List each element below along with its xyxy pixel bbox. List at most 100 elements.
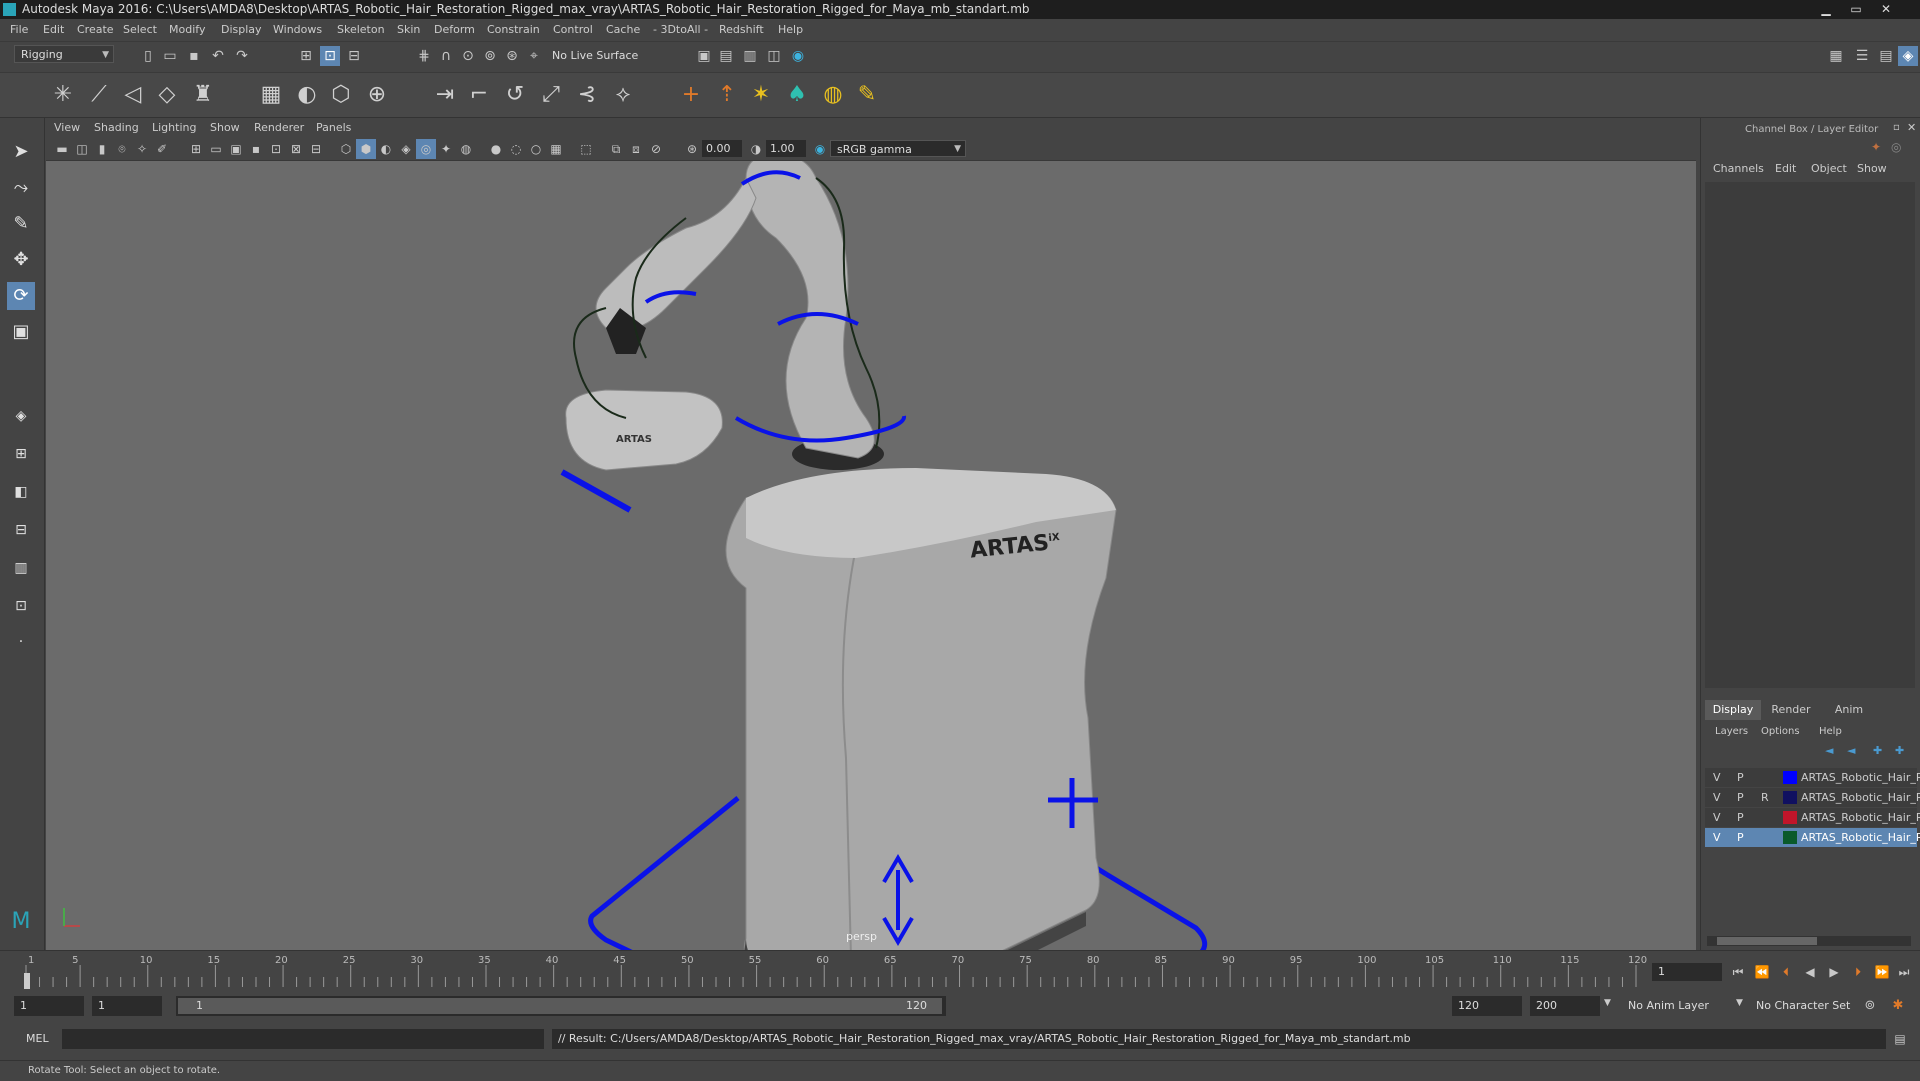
menu-constrain[interactable]: Constrain (487, 23, 540, 36)
menu-cache[interactable]: Cache (606, 23, 640, 36)
layout-single-icon[interactable]: ◈ (7, 402, 35, 430)
snap-live-icon[interactable]: ⌖ (524, 46, 544, 66)
chevron-down-icon[interactable]: ▼ (1604, 998, 1611, 1008)
grease-pencil-icon[interactable]: ✐ (152, 139, 172, 159)
point-constraint-icon[interactable]: ⌐ (464, 80, 494, 110)
le-menu-options[interactable]: Options (1761, 726, 1800, 737)
menu-edit[interactable]: Edit (43, 23, 64, 36)
menu-control[interactable]: Control (553, 23, 593, 36)
paint-select-tool-icon[interactable]: ✎ (7, 210, 35, 238)
layer-scrollbar-thumb[interactable] (1717, 937, 1817, 945)
move-pivot-icon[interactable]: + (676, 80, 706, 110)
attribute-editor-icon[interactable]: ☰ (1852, 46, 1872, 66)
film-gate-icon[interactable]: ▭ (206, 139, 226, 159)
close-panel-icon[interactable]: ✕ (1907, 121, 1916, 134)
menu-windows[interactable]: Windows (273, 23, 322, 36)
layout-four-icon[interactable]: ⊞ (7, 440, 35, 468)
menu-redshift[interactable]: Redshift (719, 23, 764, 36)
safe-action-icon[interactable]: ⊠ (286, 139, 306, 159)
layer-scrollbar[interactable] (1707, 936, 1911, 946)
layout-more-icon[interactable]: · (7, 628, 35, 656)
chevron-down-icon[interactable]: ▼ (1736, 998, 1743, 1008)
snap-surface-icon[interactable]: ⊛ (502, 46, 522, 66)
isolate-select-icon[interactable]: ▦ (546, 139, 566, 159)
viewport-persp[interactable]: ARTAS ARTASiX persp (46, 118, 1696, 950)
menu-3dtoall[interactable]: - 3DtoAll - (653, 23, 708, 36)
layer-color-swatch[interactable] (1783, 771, 1797, 784)
tab-display[interactable]: Display (1705, 700, 1761, 720)
wireframe-on-shaded-icon[interactable]: ◐ (376, 139, 396, 159)
aim-constraint-icon[interactable]: ⊰ (572, 80, 602, 110)
step-back-frame-icon[interactable]: ⏴ (1776, 962, 1796, 982)
menu-skin[interactable]: Skin (397, 23, 420, 36)
select-component-icon[interactable]: ⊟ (344, 46, 364, 66)
layer-reference-toggle[interactable]: R (1761, 791, 1769, 804)
vp-menu-panels[interactable]: Panels (316, 121, 351, 134)
textured-icon[interactable]: ◈ (396, 139, 416, 159)
menu-modify[interactable]: Modify (169, 23, 205, 36)
rig-tool-icon[interactable]: ♠ (782, 80, 812, 110)
channel-options-icon[interactable]: ◎ (1891, 140, 1901, 154)
select-object-icon[interactable]: ⊡ (320, 46, 340, 66)
play-forwards-icon[interactable]: ▶ (1824, 962, 1844, 982)
vp-menu-renderer[interactable]: Renderer (254, 121, 304, 134)
scale-constraint-icon[interactable]: ⤢ (536, 80, 566, 110)
move-layer-down-icon[interactable]: ◄ (1847, 744, 1855, 757)
menu-display[interactable]: Display (221, 23, 262, 36)
step-back-key-icon[interactable]: ⏪ (1752, 962, 1772, 982)
select-hierarchy-icon[interactable]: ⊞ (296, 46, 316, 66)
le-menu-layers[interactable]: Layers (1715, 726, 1748, 737)
layer-name[interactable]: ARTAS_Robotic_Hair_R (1801, 811, 1920, 824)
close-button[interactable]: ✕ (1874, 1, 1898, 17)
multisample-aa-icon[interactable]: ◌ (506, 139, 526, 159)
color-management-icon[interactable]: ◉ (810, 139, 830, 159)
menu-select[interactable]: Select (123, 23, 157, 36)
lattice-icon[interactable]: ⬡ (326, 80, 356, 110)
pole-vector-icon[interactable]: ⟡ (608, 80, 638, 110)
open-scene-icon[interactable]: ▭ (160, 46, 180, 66)
cb-menu-channels[interactable]: Channels (1713, 162, 1764, 175)
menu-skeleton[interactable]: Skeleton (337, 23, 385, 36)
xray-icon[interactable]: ⬚ (576, 139, 596, 159)
snap-grid-icon[interactable]: ⋕ (414, 46, 434, 66)
tab-render[interactable]: Render (1763, 700, 1819, 720)
colorspace-dropdown[interactable]: sRGB gamma ▼ (830, 140, 966, 157)
xray-joints-icon[interactable]: ⧉ (606, 139, 626, 159)
set-key-icon[interactable]: ⇡ (712, 80, 742, 110)
pin-icon[interactable]: ✦ (1871, 140, 1881, 154)
vp-menu-show[interactable]: Show (210, 121, 240, 134)
layer-visibility-toggle[interactable]: V (1713, 811, 1721, 824)
ipr-render-icon[interactable]: ▥ (740, 46, 760, 66)
le-menu-help[interactable]: Help (1819, 726, 1842, 737)
camera-select-icon[interactable]: ▬ (52, 139, 72, 159)
layout-graph-icon[interactable]: ⊡ (7, 592, 35, 620)
gamma-field[interactable]: 1.00 (766, 140, 806, 157)
image-plane-icon[interactable]: ⌾ (112, 139, 132, 159)
cb-menu-object[interactable]: Object (1811, 162, 1847, 175)
joint-tool-icon[interactable]: ⟋ (84, 80, 114, 110)
menu-deform[interactable]: Deform (434, 23, 475, 36)
resolution-gate-icon[interactable]: ▣ (226, 139, 246, 159)
layer-color-swatch[interactable] (1783, 811, 1797, 824)
xray-components-icon[interactable]: ⧈ (626, 139, 646, 159)
script-language-toggle[interactable]: MEL (26, 1032, 49, 1045)
layout-stacked-icon[interactable]: ⊟ (7, 516, 35, 544)
redo-icon[interactable]: ↷ (232, 46, 252, 66)
menu-create[interactable]: Create (77, 23, 114, 36)
layer-row[interactable]: V P R ARTAS_Robotic_Hair_R (1705, 788, 1920, 807)
step-forward-frame-icon[interactable]: ⏵ (1848, 962, 1868, 982)
ik-spline-icon[interactable]: ◇ (152, 80, 182, 110)
end-time-field[interactable]: 200 (1530, 996, 1600, 1016)
grid-icon[interactable]: ⊞ (186, 139, 206, 159)
ik-handle-icon[interactable]: ◁ (118, 80, 148, 110)
new-layer-selected-icon[interactable]: ✚ (1895, 744, 1904, 757)
script-editor-icon[interactable]: ✎ (852, 80, 882, 110)
new-layer-icon[interactable]: ✚ (1873, 744, 1882, 757)
layer-name[interactable]: ARTAS_Robotic_Hair_R (1801, 791, 1920, 804)
move-layer-up-icon[interactable]: ◄ (1825, 744, 1833, 757)
menuset-dropdown[interactable]: Rigging ▼ (14, 45, 114, 63)
select-tool-icon[interactable]: ➤ (7, 138, 35, 166)
command-input[interactable] (62, 1029, 544, 1049)
step-forward-key-icon[interactable]: ⏩ (1872, 962, 1892, 982)
layer-playback-toggle[interactable]: P (1737, 771, 1744, 784)
